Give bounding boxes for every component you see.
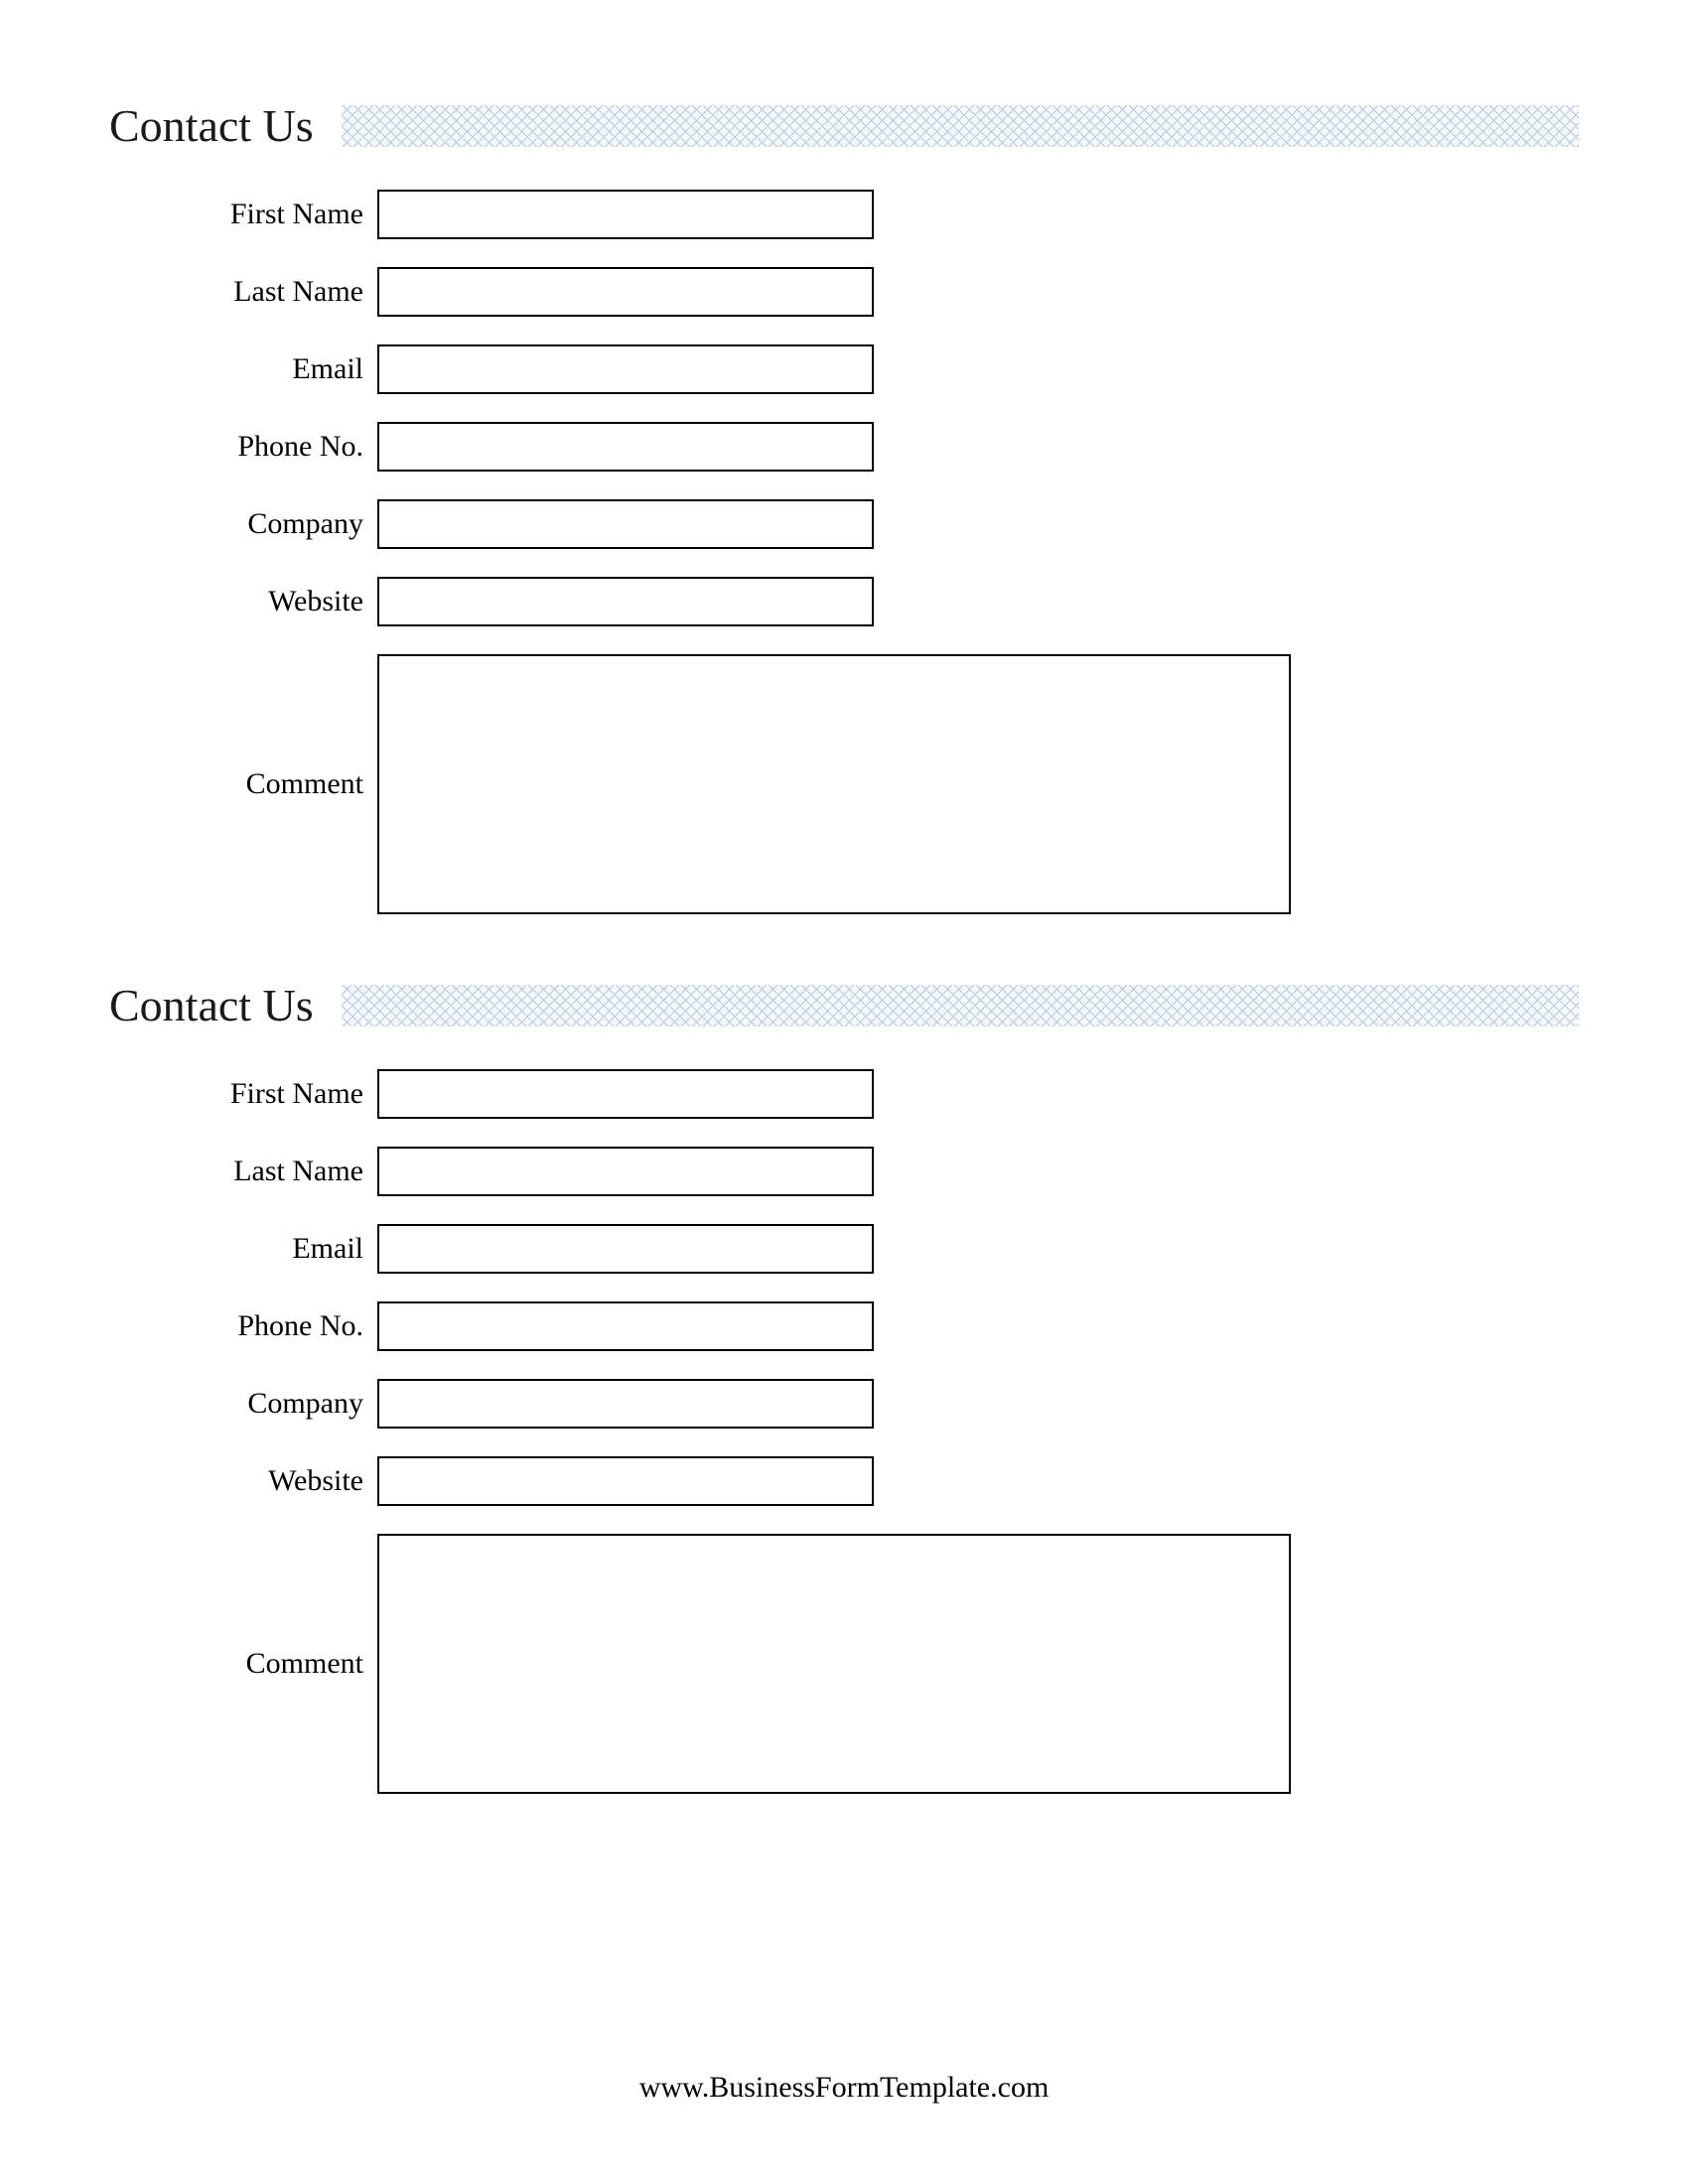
section-header-2: Contact Us [109, 979, 1579, 1031]
phone-label-2: Phone No. [109, 1309, 377, 1343]
last-name-label-2: Last Name [109, 1155, 377, 1188]
footer-text: www.BusinessFormTemplate.com [0, 2071, 1688, 2105]
email-label-1: Email [109, 352, 377, 386]
decorative-pattern-bar-2 [342, 985, 1579, 1026]
company-label-2: Company [109, 1387, 377, 1421]
comment-label-2: Comment [109, 1647, 377, 1681]
website-input-2[interactable] [377, 1456, 874, 1506]
company-input-1[interactable] [377, 499, 874, 549]
contact-form-2: Contact Us First Name Last Name Email Ph… [109, 979, 1579, 1794]
website-input-1[interactable] [377, 577, 874, 626]
company-input-2[interactable] [377, 1379, 874, 1429]
email-input-2[interactable] [377, 1224, 874, 1274]
company-label-1: Company [109, 507, 377, 541]
website-label-1: Website [109, 585, 377, 618]
last-name-input-2[interactable] [377, 1147, 874, 1196]
comment-textarea-2[interactable] [377, 1534, 1291, 1794]
email-input-1[interactable] [377, 344, 874, 394]
section-title-2: Contact Us [109, 979, 314, 1031]
first-name-input-2[interactable] [377, 1069, 874, 1119]
phone-input-2[interactable] [377, 1301, 874, 1351]
section-title-1: Contact Us [109, 99, 314, 152]
website-label-2: Website [109, 1464, 377, 1498]
last-name-label-1: Last Name [109, 275, 377, 309]
first-name-input-1[interactable] [377, 190, 874, 239]
comment-textarea-1[interactable] [377, 654, 1291, 914]
first-name-label-1: First Name [109, 198, 377, 231]
email-label-2: Email [109, 1232, 377, 1266]
comment-label-1: Comment [109, 767, 377, 801]
contact-form-1: Contact Us First Name Last Name Email Ph… [109, 99, 1579, 914]
decorative-pattern-bar-1 [342, 105, 1579, 147]
last-name-input-1[interactable] [377, 267, 874, 317]
phone-label-1: Phone No. [109, 430, 377, 464]
phone-input-1[interactable] [377, 422, 874, 472]
first-name-label-2: First Name [109, 1077, 377, 1111]
section-header-1: Contact Us [109, 99, 1579, 152]
